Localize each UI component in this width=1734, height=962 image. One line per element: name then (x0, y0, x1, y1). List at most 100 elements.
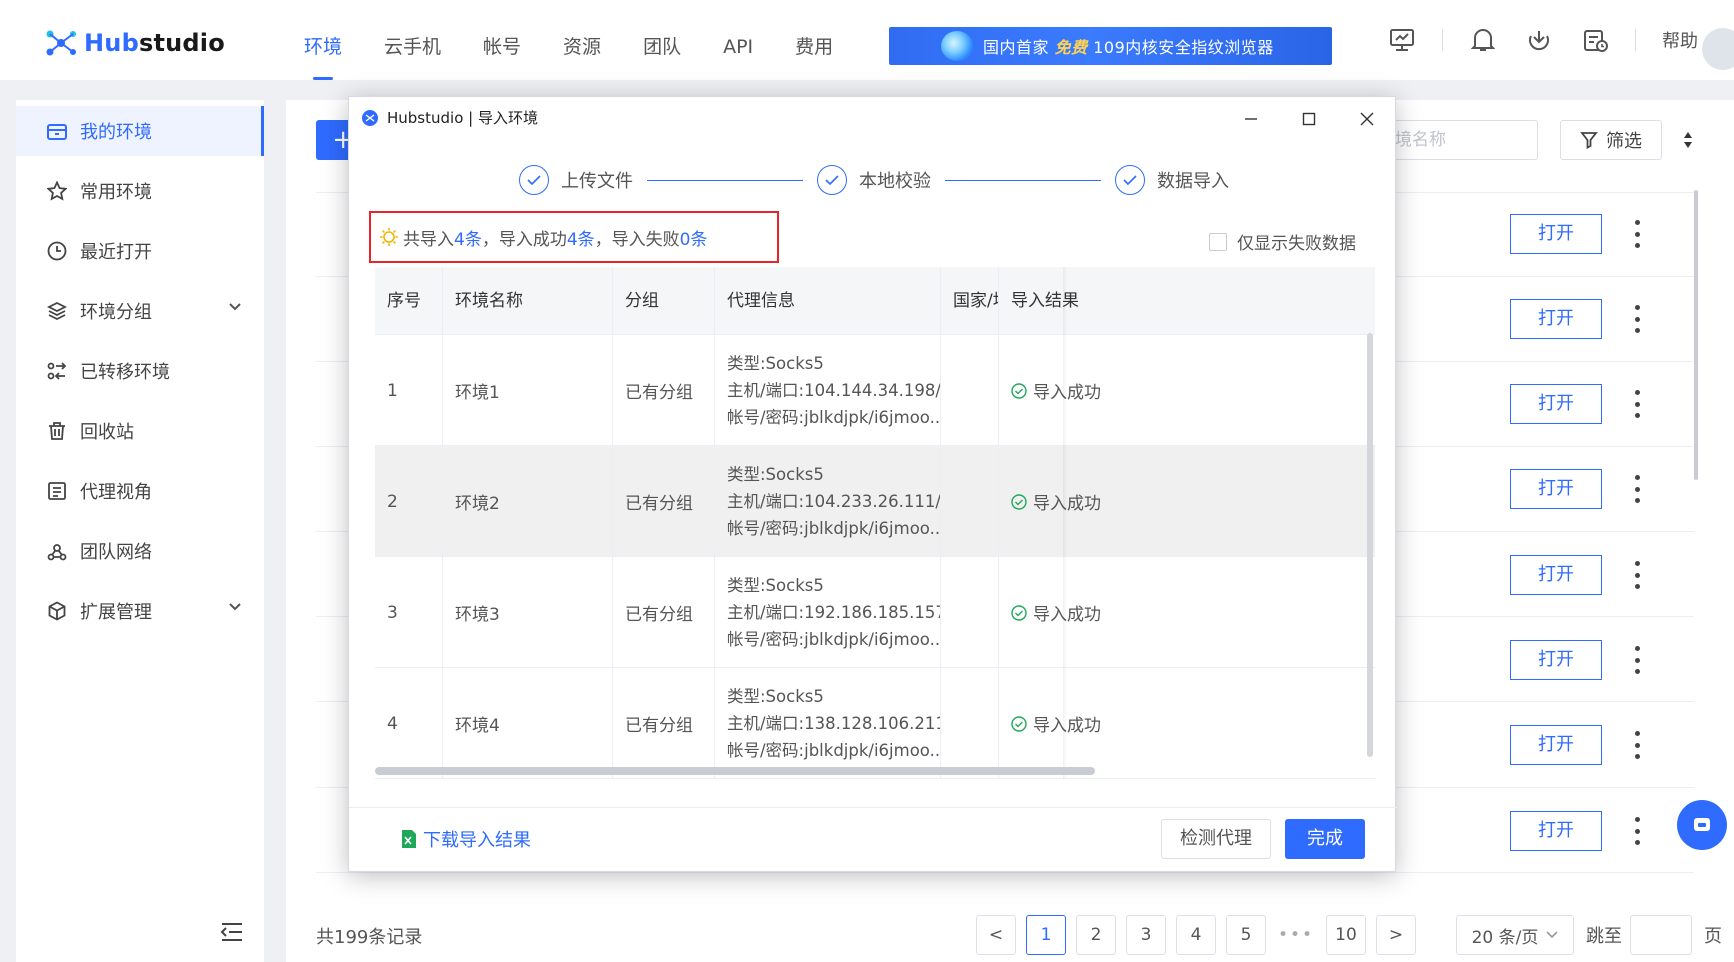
table-horizontal-scrollbar[interactable] (375, 767, 1095, 775)
proxy-auth: 帐号/密码:jblkdjpk/i6jmoo... (727, 740, 941, 760)
sidebar-item-transferred[interactable]: 已转移环境 (16, 346, 264, 396)
dialog-title: Hubstudio | 导入环境 (387, 109, 538, 127)
import-environment-dialog: Hubstudio | 导入环境 上传文件 本地校验 数据导入 共导入4条，导入… (348, 96, 1397, 872)
cube-icon (46, 600, 68, 622)
open-environment-button[interactable]: 打开 (1510, 214, 1602, 254)
proxy-host: 主机/端口:104.233.26.111/... (727, 491, 941, 511)
bell-icon[interactable] (1468, 25, 1498, 55)
page-size-select[interactable]: 20 条/页 (1456, 915, 1574, 955)
nav-tab-team[interactable]: 团队 (643, 0, 681, 80)
filter-button[interactable]: 筛选 (1560, 120, 1662, 160)
open-environment-button[interactable]: 打开 (1510, 299, 1602, 339)
sidebar-item-label: 已转移环境 (80, 362, 170, 383)
banner-prefix: 国内首家 (983, 38, 1050, 57)
row-country (941, 557, 999, 668)
more-options-icon[interactable] (1634, 220, 1640, 248)
download-result-link[interactable]: 下载导入结果 (401, 826, 531, 852)
sidebar-item-label: 环境分组 (80, 302, 152, 323)
nav-tab-account[interactable]: 帐号 (483, 0, 521, 80)
step-label: 本地校验 (859, 171, 931, 192)
proxy-type: 类型:Socks5 (727, 686, 824, 706)
proxy-host: 主机/端口:192.186.185.157... (727, 602, 941, 622)
jump-page-input[interactable] (1630, 915, 1692, 955)
minimize-icon[interactable] (1239, 107, 1263, 131)
environment-search-input[interactable]: 境名称 (1380, 120, 1538, 160)
page-button[interactable]: 3 (1126, 915, 1166, 955)
next-page-button[interactable]: > (1376, 915, 1416, 955)
open-environment-button[interactable]: 打开 (1510, 725, 1602, 765)
result-text: 导入成功 (1033, 494, 1101, 514)
open-environment-button[interactable]: 打开 (1510, 555, 1602, 595)
dialog-title-bar: Hubstudio | 导入环境 (361, 107, 538, 128)
customer-service-button[interactable] (1677, 800, 1727, 850)
nav-tab-environment[interactable]: 环境 (304, 0, 342, 80)
page-button[interactable]: 2 (1076, 915, 1116, 955)
close-icon[interactable] (1355, 107, 1379, 131)
page-ellipsis[interactable]: ••• (1276, 915, 1316, 955)
nav-tab-cloud-phone[interactable]: 云手机 (384, 0, 441, 80)
page-button[interactable]: 1 (1026, 915, 1066, 955)
step-connector (945, 179, 1101, 181)
sidebar-item-label: 团队网络 (80, 542, 152, 563)
sidebar-item-proxy-view[interactable]: 代理视角 (16, 466, 264, 516)
sidebar-item-extensions[interactable]: 扩展管理 (16, 586, 264, 636)
sidebar-item-team-network[interactable]: 团队网络 (16, 526, 264, 576)
calendar-check-icon[interactable] (1580, 25, 1610, 55)
download-icon[interactable] (1524, 25, 1554, 55)
sidebar-item-recycle-bin[interactable]: 回收站 (16, 406, 264, 456)
sidebar-item-my-environments[interactable]: 我的环境 (16, 106, 264, 156)
promo-banner[interactable]: 国内首家 免费 109内核安全指纹浏览器 (889, 27, 1332, 65)
table-vertical-scrollbar[interactable] (1367, 333, 1373, 757)
more-options-icon[interactable] (1634, 475, 1640, 503)
more-options-icon[interactable] (1634, 305, 1640, 333)
download-result-label: 下载导入结果 (423, 830, 531, 851)
table-row: 2 环境2 已有分组 类型:Socks5 主机/端口:104.233.26.11… (375, 446, 1375, 557)
list-scrollbar[interactable] (1694, 190, 1698, 480)
table-row: 3 环境3 已有分组 类型:Socks5 主机/端口:192.186.185.1… (375, 557, 1375, 668)
only-show-failed-toggle[interactable]: 仅显示失败数据 (1209, 229, 1356, 254)
row-env-name: 环境1 (443, 335, 613, 446)
more-options-icon[interactable] (1634, 817, 1640, 845)
nav-tab-billing[interactable]: 费用 (795, 0, 833, 80)
page-button[interactable]: 10 (1326, 915, 1366, 955)
screen-broadcast-icon[interactable] (1387, 25, 1417, 55)
app-logo[interactable]: Hubstudio (44, 28, 225, 58)
step-local-validation: 本地校验 (817, 165, 931, 195)
sidebar-item-favorites[interactable]: 常用环境 (16, 166, 264, 216)
sidebar-item-recent[interactable]: 最近打开 (16, 226, 264, 276)
row-proxy-info: 类型:Socks5 主机/端口:138.128.106.211... 帐号/密码… (715, 668, 941, 779)
nav-tab-resources[interactable]: 资源 (563, 0, 601, 80)
more-options-icon[interactable] (1634, 561, 1640, 589)
total-records: 共199条记录 (316, 927, 423, 948)
more-options-icon[interactable] (1634, 646, 1640, 674)
row-import-result: 导入成功 (999, 446, 1375, 557)
proxy-auth: 帐号/密码:jblkdjpk/i6jmoo... (727, 407, 941, 427)
only-show-failed-checkbox[interactable] (1209, 232, 1227, 251)
done-button[interactable]: 完成 (1285, 819, 1365, 859)
collapse-sidebar-icon[interactable] (220, 922, 244, 942)
step-label: 数据导入 (1157, 171, 1229, 192)
transfer-icon (46, 360, 68, 382)
open-environment-button[interactable]: 打开 (1510, 811, 1602, 851)
proxy-host: 主机/端口:138.128.106.211... (727, 713, 941, 733)
result-text: 导入成功 (1033, 605, 1101, 625)
more-options-icon[interactable] (1634, 731, 1640, 759)
nav-tab-api[interactable]: API (723, 0, 753, 80)
open-environment-button[interactable]: 打开 (1510, 640, 1602, 680)
prev-page-button[interactable]: < (976, 915, 1016, 955)
open-environment-button[interactable]: 打开 (1510, 469, 1602, 509)
proxy-type: 类型:Socks5 (727, 353, 824, 373)
page-button[interactable]: 4 (1176, 915, 1216, 955)
page-button[interactable]: 5 (1226, 915, 1266, 955)
more-options-icon[interactable] (1634, 390, 1640, 418)
top-navbar: Hubstudio 环境 云手机 帐号 资源 团队 API 费用 国内首家 免费… (0, 0, 1734, 80)
table-header: 序号 环境名称 分组 代理信息 国家/地区 导入结果 (375, 267, 1375, 335)
maximize-icon[interactable] (1297, 107, 1321, 131)
sidebar-item-groups[interactable]: 环境分组 (16, 286, 264, 336)
check-proxy-button[interactable]: 检测代理 (1161, 819, 1271, 859)
help-link[interactable]: 帮助 (1662, 27, 1698, 53)
sort-icon[interactable] (1682, 130, 1694, 150)
import-steps: 上传文件 本地校验 数据导入 (519, 165, 1229, 195)
column-header: 环境名称 (443, 267, 613, 335)
open-environment-button[interactable]: 打开 (1510, 384, 1602, 424)
